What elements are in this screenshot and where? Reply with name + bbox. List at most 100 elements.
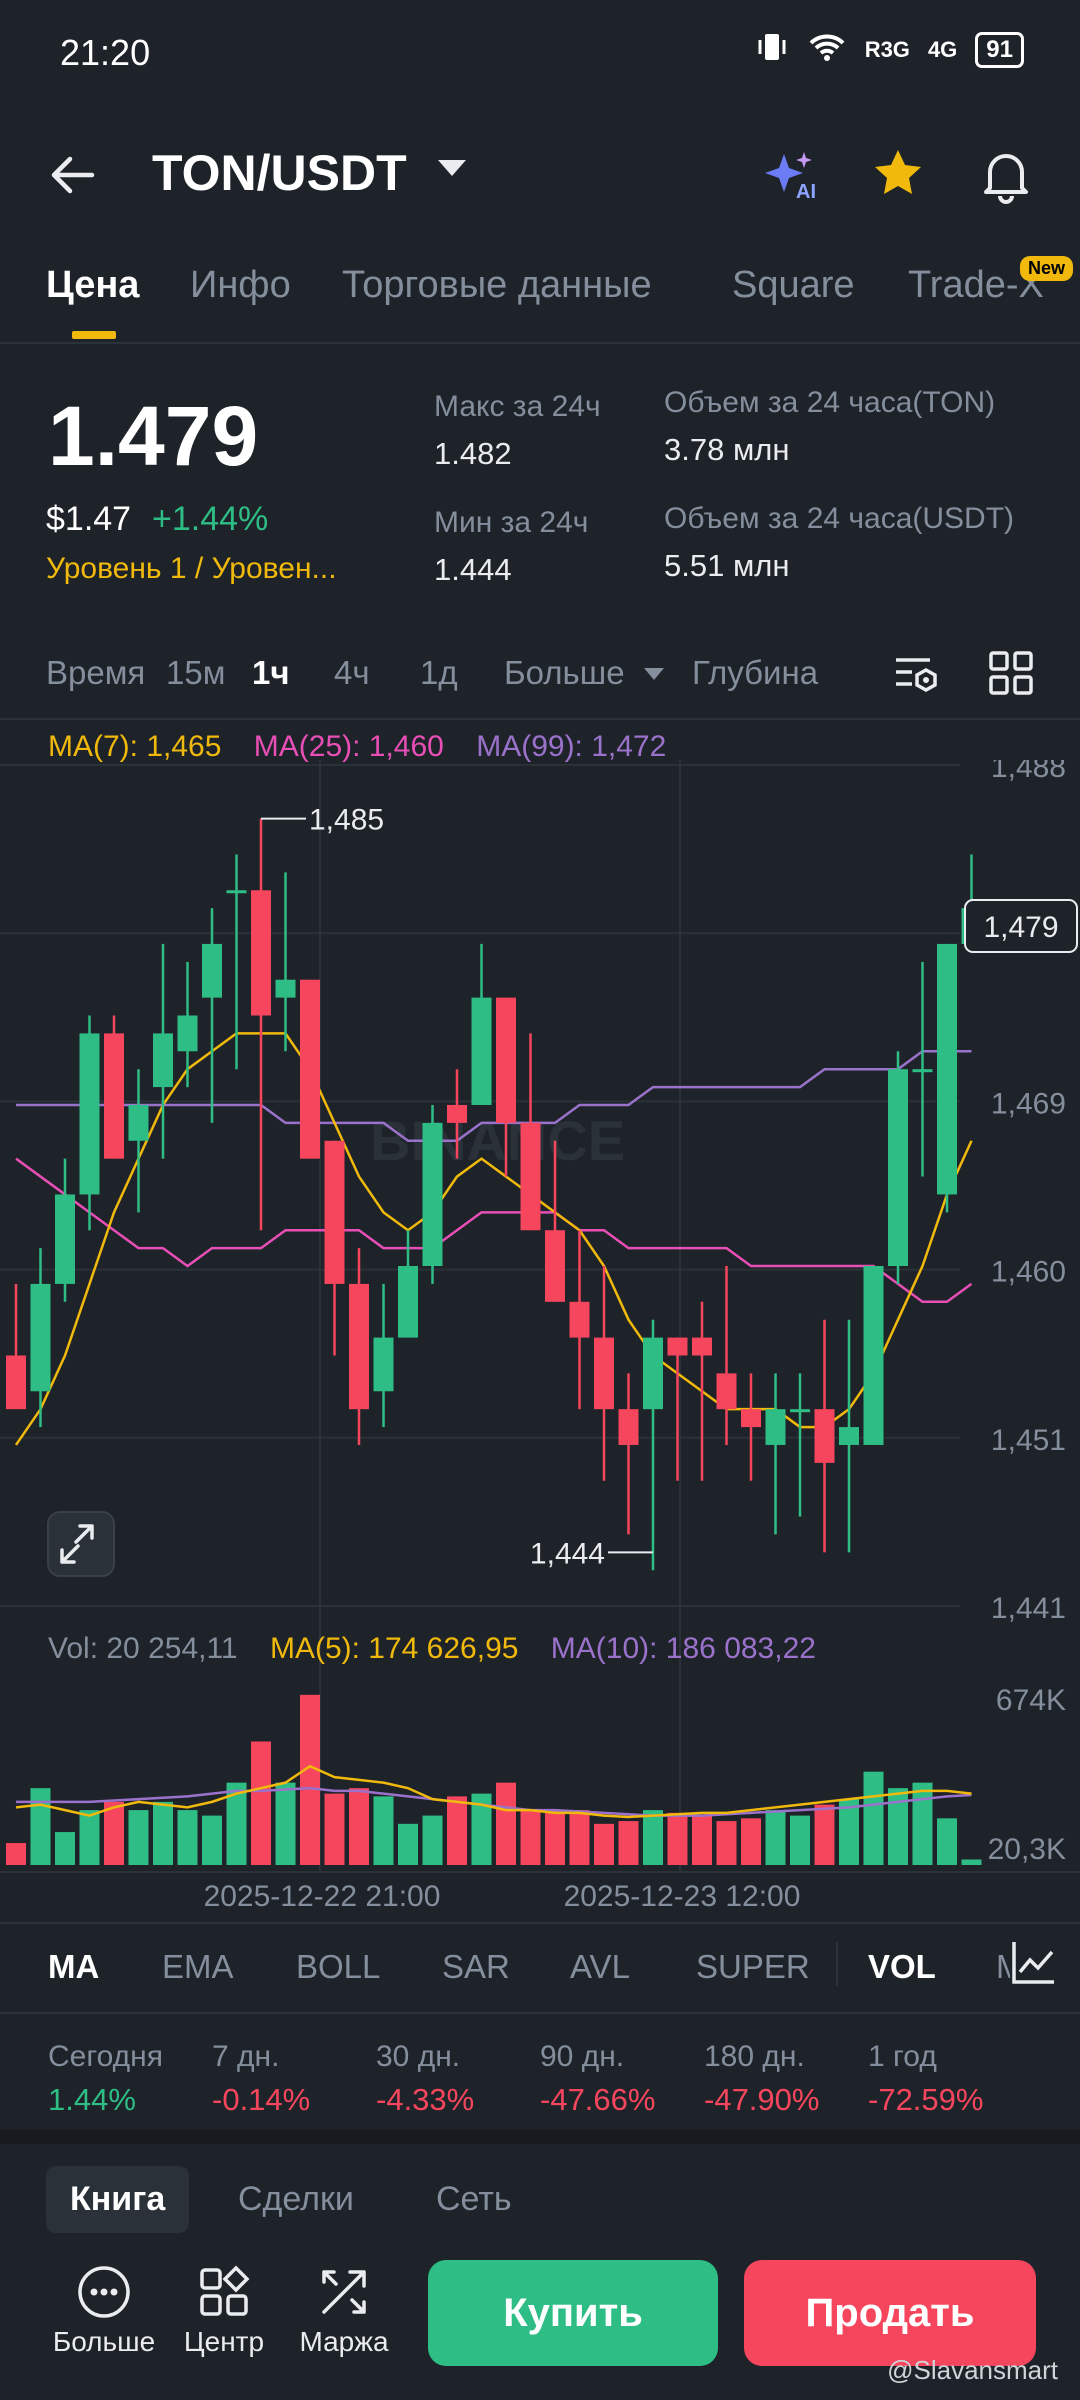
- center-grid-icon: [196, 2264, 252, 2320]
- volume-bar: [643, 1810, 663, 1865]
- tab-square[interactable]: Square: [732, 264, 855, 307]
- time-axis-label: 2025-12-22 21:00: [204, 1880, 441, 1913]
- perf-today: Сегодня 1.44%: [48, 2040, 163, 2118]
- more-button[interactable]: Больше: [44, 2264, 164, 2358]
- candle: [594, 1266, 614, 1481]
- volume-bar: [741, 1818, 761, 1865]
- candle: [275, 872, 296, 1052]
- tab-orderbook[interactable]: Книга: [46, 2166, 190, 2233]
- price-axis-label: 1,451: [991, 1424, 1066, 1457]
- tab-network[interactable]: Сеть: [436, 2180, 512, 2219]
- volume-bar: [324, 1793, 345, 1865]
- candle-body: [177, 1015, 198, 1052]
- candle: [839, 1319, 859, 1553]
- candle: [741, 1373, 761, 1481]
- candlestick-chart[interactable]: BINANCE 1,4881,4691,4601,4511,4411,4851,…: [0, 760, 1080, 1920]
- candle: [863, 1266, 884, 1445]
- interval-15m[interactable]: 15м: [166, 654, 225, 692]
- candle-body: [226, 890, 247, 894]
- perf-180d: 180 дн. -47.90%: [704, 2040, 819, 2118]
- divider: [0, 718, 1080, 720]
- interval-bar: Время 15м 1ч 4ч 1д Больше Глубина: [0, 640, 1080, 710]
- tab-info[interactable]: Инфо: [190, 264, 291, 307]
- volume-bar: [128, 1810, 149, 1865]
- ma99-legend: MA(99): 1,472: [476, 730, 667, 763]
- center-button[interactable]: Центр: [164, 2264, 284, 2358]
- margin-icon: [316, 2264, 372, 2320]
- volume-bar: [912, 1782, 933, 1865]
- favorite-star-icon[interactable]: [870, 146, 926, 207]
- candle: [55, 1158, 75, 1302]
- volume-bar: [839, 1799, 859, 1865]
- low-24h-label: Мин за 24ч: [434, 506, 589, 539]
- indicator-super[interactable]: SUPER: [696, 1948, 810, 1986]
- perf-label: 90 дн.: [540, 2040, 625, 2073]
- candle-body: [153, 1033, 173, 1088]
- candle-body: [741, 1409, 761, 1428]
- chevron-down-icon[interactable]: [438, 160, 466, 176]
- indicator-ma[interactable]: MA: [48, 1948, 99, 1986]
- sell-button[interactable]: Продать: [744, 2260, 1036, 2366]
- indicator-sar[interactable]: SAR: [442, 1948, 510, 1986]
- candle: [104, 1015, 124, 1159]
- indicator-ema[interactable]: EMA: [162, 1948, 234, 1986]
- interval-depth[interactable]: Глубина: [692, 654, 818, 692]
- ai-sparkle-icon[interactable]: AI: [762, 148, 822, 209]
- level-link[interactable]: Уровень 1 / Уровен...: [46, 552, 337, 586]
- candle-body: [643, 1337, 663, 1410]
- pair-selector[interactable]: TON/USDT: [152, 144, 407, 202]
- indicator-avl[interactable]: AVL: [570, 1948, 630, 1986]
- expand-chart-icon[interactable]: [47, 1511, 115, 1577]
- candle-body: [55, 1194, 75, 1284]
- battery-icon: 91: [975, 32, 1024, 68]
- candle: [324, 1140, 345, 1356]
- candle: [520, 1033, 541, 1231]
- price-axis-label: 1,488: [991, 760, 1066, 784]
- candle: [814, 1319, 835, 1553]
- perf-value: -47.90%: [704, 2082, 820, 2117]
- interval-time[interactable]: Время: [46, 654, 145, 692]
- volume-bar: [888, 1788, 908, 1865]
- grid-layout-icon[interactable]: [988, 650, 1034, 701]
- candle: [202, 908, 222, 1123]
- volume-bar: [373, 1796, 394, 1865]
- interval-1d[interactable]: 1д: [420, 654, 458, 692]
- back-arrow-icon[interactable]: [48, 150, 98, 200]
- candle-body: [128, 1104, 149, 1141]
- interval-1h[interactable]: 1ч: [252, 654, 290, 692]
- bell-icon[interactable]: [978, 146, 1034, 209]
- signal-icon-2: 4G: [927, 37, 958, 62]
- candle: [618, 1373, 639, 1535]
- last-price: 1.479: [48, 389, 259, 483]
- volume-bar: [496, 1782, 516, 1865]
- indicator-boll[interactable]: BOLL: [296, 1948, 380, 1986]
- candle: [471, 943, 492, 1105]
- volume-axis-label: 674K: [996, 1684, 1066, 1717]
- high-24h-label: Макс за 24ч: [434, 390, 601, 423]
- buy-button[interactable]: Купить: [428, 2260, 718, 2366]
- indicator-vol[interactable]: VOL: [868, 1948, 936, 1986]
- tab-trading-data[interactable]: Торговые данные: [342, 264, 652, 307]
- candle: [79, 1015, 100, 1231]
- volume-bar: [202, 1815, 222, 1865]
- high-marker-label: 1,485: [309, 804, 384, 837]
- tab-trades[interactable]: Сделки: [238, 2180, 354, 2219]
- volume-bar: [79, 1810, 100, 1865]
- candle-body: [471, 997, 492, 1105]
- volume-bar: [398, 1823, 418, 1865]
- low-marker-label: 1,444: [530, 1537, 605, 1570]
- candle-body: [716, 1373, 737, 1410]
- new-badge: New: [1020, 256, 1074, 281]
- current-price-label: 1,479: [983, 911, 1058, 944]
- indicator-settings-icon[interactable]: [1010, 1938, 1058, 1991]
- indicator-macd[interactable]: MACD: [996, 1948, 1010, 1986]
- margin-button[interactable]: Маржа: [284, 2264, 404, 2358]
- more-chevron-icon[interactable]: [644, 668, 664, 680]
- tab-price[interactable]: Цена: [46, 264, 139, 307]
- chart-settings-icon[interactable]: [892, 652, 940, 703]
- interval-4h[interactable]: 4ч: [334, 654, 370, 692]
- candle: [692, 1301, 712, 1481]
- candle: [667, 1337, 688, 1481]
- interval-more[interactable]: Больше: [504, 654, 625, 692]
- candle: [349, 1248, 369, 1445]
